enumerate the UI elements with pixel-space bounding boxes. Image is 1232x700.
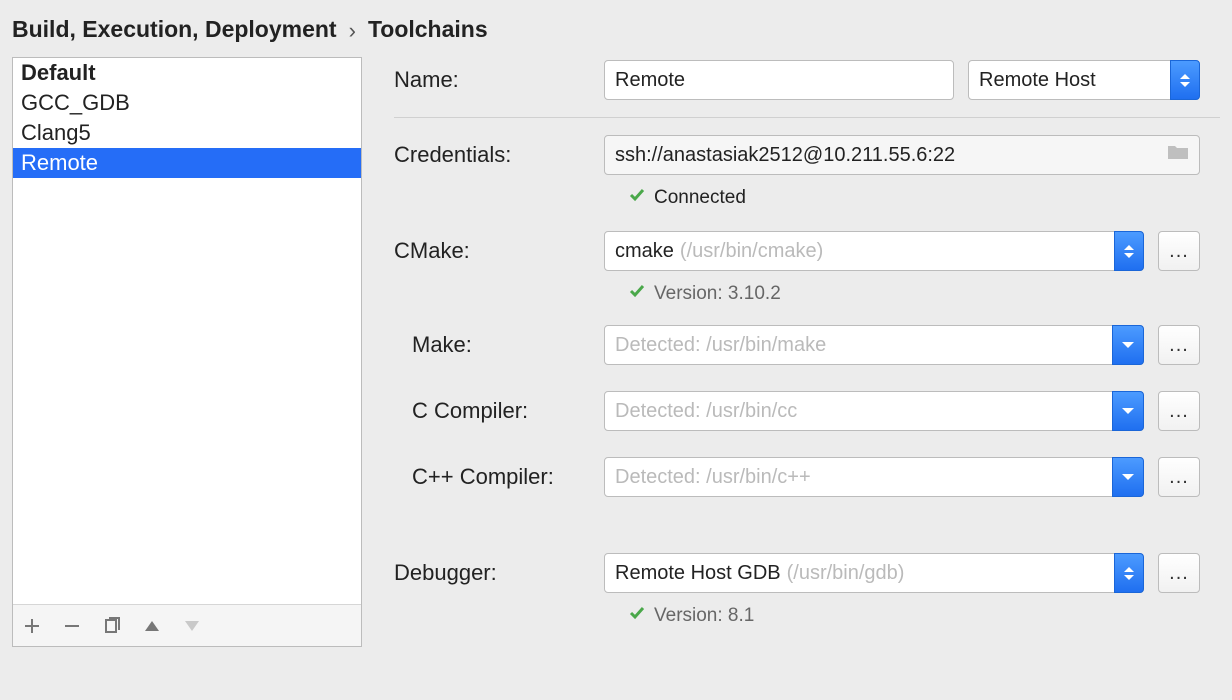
cmake-status: Version: 3.10.2: [654, 283, 781, 305]
cpp-compiler-select[interactable]: Detected: /usr/bin/c++: [604, 457, 1144, 497]
debugger-status: Version: 8.1: [654, 605, 754, 627]
check-icon: [628, 604, 646, 628]
cmake-label: CMake:: [394, 238, 604, 264]
check-icon: [628, 282, 646, 306]
chevron-down-icon: [1112, 391, 1144, 431]
cmake-browse-button[interactable]: ...: [1158, 231, 1200, 271]
debugger-select[interactable]: Remote Host GDB (/usr/bin/gdb): [604, 553, 1144, 593]
name-label: Name:: [394, 67, 604, 93]
name-value: Remote: [615, 69, 685, 92]
check-icon: [628, 186, 646, 210]
list-item[interactable]: Default: [13, 58, 361, 88]
add-button[interactable]: [19, 613, 45, 639]
list-item[interactable]: GCC_GDB: [13, 88, 361, 118]
make-select[interactable]: Detected: /usr/bin/make: [604, 325, 1144, 365]
toolchains-list[interactable]: Default GCC_GDB Clang5 Remote: [13, 58, 361, 604]
c-compiler-label: C Compiler:: [394, 398, 604, 424]
chevron-down-icon: [1112, 325, 1144, 365]
c-compiler-placeholder: Detected: /usr/bin/cc: [615, 400, 797, 423]
divider: [394, 117, 1220, 118]
credentials-label: Credentials:: [394, 142, 604, 168]
credentials-value: ssh://anastasiak2512@10.211.55.6:22: [615, 144, 955, 167]
list-item[interactable]: Clang5: [13, 118, 361, 148]
move-down-button[interactable]: [179, 613, 205, 639]
list-item[interactable]: Remote: [13, 148, 361, 178]
stepper-icon: [1114, 231, 1144, 271]
name-input[interactable]: Remote: [604, 60, 954, 100]
remove-button[interactable]: [59, 613, 85, 639]
debugger-hint: (/usr/bin/gdb): [787, 562, 905, 585]
cpp-compiler-placeholder: Detected: /usr/bin/c++: [615, 466, 811, 489]
c-compiler-select[interactable]: Detected: /usr/bin/cc: [604, 391, 1144, 431]
toolchain-type-select[interactable]: Remote Host: [968, 60, 1200, 100]
toolchains-toolbar: [13, 604, 361, 646]
breadcrumb-current: Toolchains: [368, 16, 488, 43]
toolchains-panel: Default GCC_GDB Clang5 Remote: [12, 57, 362, 647]
stepper-icon: [1114, 553, 1144, 593]
make-label: Make:: [394, 332, 604, 358]
move-up-button[interactable]: [139, 613, 165, 639]
cpp-compiler-browse-button[interactable]: ...: [1158, 457, 1200, 497]
toolchain-type-value: Remote Host: [979, 69, 1096, 92]
breadcrumb: Build, Execution, Deployment › Toolchain…: [0, 0, 1232, 57]
make-browse-button[interactable]: ...: [1158, 325, 1200, 365]
make-placeholder: Detected: /usr/bin/make: [615, 334, 826, 357]
chevron-right-icon: ›: [349, 18, 356, 44]
cmake-value: cmake: [615, 240, 674, 263]
debugger-value: Remote Host GDB: [615, 562, 781, 585]
credentials-status: Connected: [654, 187, 746, 209]
chevron-down-icon: [1112, 457, 1144, 497]
folder-icon[interactable]: [1167, 143, 1189, 167]
cpp-compiler-label: C++ Compiler:: [394, 464, 604, 490]
cmake-select[interactable]: cmake (/usr/bin/cmake): [604, 231, 1144, 271]
debugger-label: Debugger:: [394, 560, 604, 586]
cmake-hint: (/usr/bin/cmake): [680, 240, 823, 263]
stepper-icon: [1170, 60, 1200, 100]
credentials-field[interactable]: ssh://anastasiak2512@10.211.55.6:22: [604, 135, 1200, 175]
breadcrumb-parent[interactable]: Build, Execution, Deployment: [12, 16, 337, 43]
debugger-browse-button[interactable]: ...: [1158, 553, 1200, 593]
c-compiler-browse-button[interactable]: ...: [1158, 391, 1200, 431]
copy-button[interactable]: [99, 613, 125, 639]
